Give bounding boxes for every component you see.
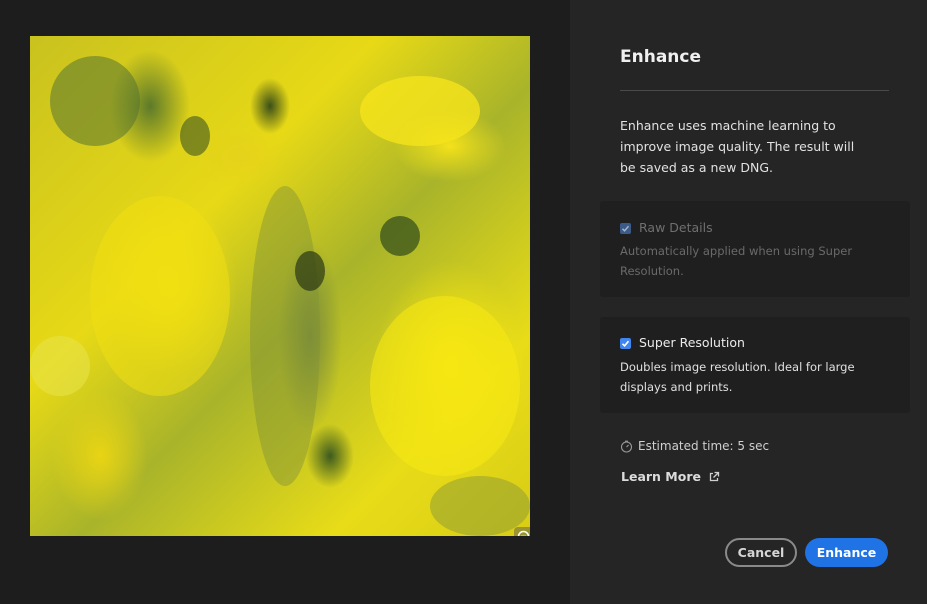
external-link-icon (709, 471, 720, 481)
dialog-description: Enhance uses machine learning to improve… (620, 118, 855, 175)
cancel-button[interactable]: Cancel (725, 538, 797, 567)
learn-more-link[interactable]: Learn More (621, 469, 720, 484)
super-resolution-description: Doubles image resolution. Ideal for larg… (620, 360, 855, 394)
raw-details-checkbox (620, 223, 631, 234)
super-resolution-label[interactable]: Super Resolution (639, 335, 745, 350)
image-region (380, 216, 420, 256)
image-region (50, 56, 140, 146)
learn-more-label[interactable]: Learn More (621, 469, 701, 484)
enhance-button[interactable]: Enhance (805, 538, 888, 567)
zoom-out-icon (517, 530, 530, 536)
raw-details-description: Automatically applied when using Super R… (620, 244, 853, 278)
title-divider (620, 90, 889, 91)
estimated-time-text: Estimated time: 5 sec (638, 439, 770, 453)
image-region (30, 336, 90, 396)
image-region (180, 116, 210, 156)
estimated-time: Estimated time: 5 sec (620, 439, 769, 453)
image-region (295, 251, 325, 291)
preview-pane (0, 0, 570, 604)
image-region (360, 76, 480, 146)
checkmark-icon (621, 340, 630, 347)
checkmark-icon (621, 225, 630, 232)
image-region (90, 196, 230, 396)
dialog-title: Enhance (620, 47, 701, 67)
image-region (370, 296, 520, 476)
raw-details-option: Raw Details Automatically applied when u… (600, 201, 910, 297)
image-preview[interactable] (30, 36, 530, 536)
stopwatch-icon (620, 440, 633, 453)
raw-details-label: Raw Details (639, 220, 713, 235)
image-region (250, 186, 320, 486)
super-resolution-option[interactable]: Super Resolution Doubles image resolutio… (600, 317, 910, 413)
enhance-panel: Enhance Enhance uses machine learning to… (570, 0, 927, 604)
super-resolution-checkbox[interactable] (620, 338, 631, 349)
zoom-out-button[interactable] (514, 527, 530, 536)
